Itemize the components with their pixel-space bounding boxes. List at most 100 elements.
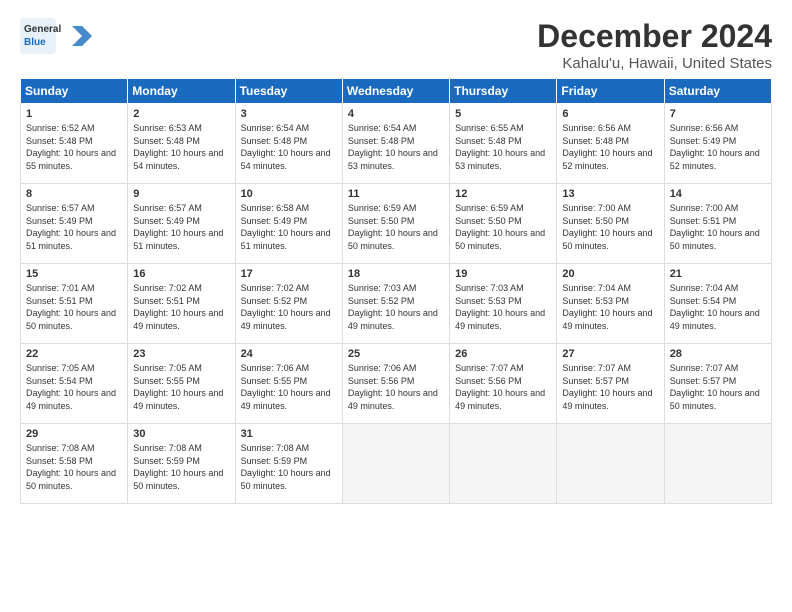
table-row: 30 Sunrise: 7:08 AMSunset: 5:59 PMDaylig… — [128, 424, 235, 504]
day-info: Sunrise: 6:52 AMSunset: 5:48 PMDaylight:… — [26, 122, 122, 172]
day-number: 27 — [562, 348, 658, 360]
table-row: 5 Sunrise: 6:55 AMSunset: 5:48 PMDayligh… — [450, 104, 557, 184]
day-number: 22 — [26, 348, 122, 360]
header: General Blue December 2024 Kahalu'u, Haw… — [20, 18, 772, 72]
table-row: 18 Sunrise: 7:03 AMSunset: 5:52 PMDaylig… — [342, 264, 449, 344]
day-number: 23 — [133, 348, 229, 360]
day-number: 6 — [562, 108, 658, 120]
table-row: 27 Sunrise: 7:07 AMSunset: 5:57 PMDaylig… — [557, 344, 664, 424]
svg-text:General: General — [24, 24, 61, 35]
day-info: Sunrise: 6:58 AMSunset: 5:49 PMDaylight:… — [241, 202, 337, 252]
day-number: 20 — [562, 268, 658, 280]
day-number: 14 — [670, 188, 766, 200]
location-title: Kahalu'u, Hawaii, United States — [537, 55, 772, 72]
day-info: Sunrise: 6:57 AMSunset: 5:49 PMDaylight:… — [26, 202, 122, 252]
table-row: 28 Sunrise: 7:07 AMSunset: 5:57 PMDaylig… — [664, 344, 771, 424]
table-row — [664, 424, 771, 504]
table-row: 4 Sunrise: 6:54 AMSunset: 5:48 PMDayligh… — [342, 104, 449, 184]
day-number: 31 — [241, 428, 337, 440]
logo-svg: General Blue — [20, 18, 100, 54]
day-number: 3 — [241, 108, 337, 120]
calendar: Sunday Monday Tuesday Wednesday Thursday… — [20, 78, 772, 504]
calendar-week-row: 8 Sunrise: 6:57 AMSunset: 5:49 PMDayligh… — [21, 184, 772, 264]
table-row: 11 Sunrise: 6:59 AMSunset: 5:50 PMDaylig… — [342, 184, 449, 264]
day-number: 18 — [348, 268, 444, 280]
page: General Blue December 2024 Kahalu'u, Haw… — [0, 0, 792, 612]
day-info: Sunrise: 7:03 AMSunset: 5:53 PMDaylight:… — [455, 282, 551, 332]
table-row: 14 Sunrise: 7:00 AMSunset: 5:51 PMDaylig… — [664, 184, 771, 264]
table-row: 3 Sunrise: 6:54 AMSunset: 5:48 PMDayligh… — [235, 104, 342, 184]
day-info: Sunrise: 7:08 AMSunset: 5:59 PMDaylight:… — [241, 442, 337, 492]
day-info: Sunrise: 6:53 AMSunset: 5:48 PMDaylight:… — [133, 122, 229, 172]
day-info: Sunrise: 7:02 AMSunset: 5:51 PMDaylight:… — [133, 282, 229, 332]
day-info: Sunrise: 6:57 AMSunset: 5:49 PMDaylight:… — [133, 202, 229, 252]
day-info: Sunrise: 7:03 AMSunset: 5:52 PMDaylight:… — [348, 282, 444, 332]
day-number: 9 — [133, 188, 229, 200]
day-info: Sunrise: 7:07 AMSunset: 5:56 PMDaylight:… — [455, 362, 551, 412]
day-info: Sunrise: 6:56 AMSunset: 5:48 PMDaylight:… — [562, 122, 658, 172]
day-info: Sunrise: 6:59 AMSunset: 5:50 PMDaylight:… — [455, 202, 551, 252]
day-info: Sunrise: 6:55 AMSunset: 5:48 PMDaylight:… — [455, 122, 551, 172]
day-info: Sunrise: 7:05 AMSunset: 5:55 PMDaylight:… — [133, 362, 229, 412]
day-number: 25 — [348, 348, 444, 360]
day-info: Sunrise: 7:04 AMSunset: 5:53 PMDaylight:… — [562, 282, 658, 332]
day-number: 12 — [455, 188, 551, 200]
calendar-week-row: 22 Sunrise: 7:05 AMSunset: 5:54 PMDaylig… — [21, 344, 772, 424]
day-info: Sunrise: 7:06 AMSunset: 5:56 PMDaylight:… — [348, 362, 444, 412]
day-number: 29 — [26, 428, 122, 440]
table-row: 26 Sunrise: 7:07 AMSunset: 5:56 PMDaylig… — [450, 344, 557, 424]
table-row: 8 Sunrise: 6:57 AMSunset: 5:49 PMDayligh… — [21, 184, 128, 264]
table-row: 17 Sunrise: 7:02 AMSunset: 5:52 PMDaylig… — [235, 264, 342, 344]
table-row: 15 Sunrise: 7:01 AMSunset: 5:51 PMDaylig… — [21, 264, 128, 344]
table-row: 12 Sunrise: 6:59 AMSunset: 5:50 PMDaylig… — [450, 184, 557, 264]
day-info: Sunrise: 7:04 AMSunset: 5:54 PMDaylight:… — [670, 282, 766, 332]
day-number: 10 — [241, 188, 337, 200]
calendar-week-row: 15 Sunrise: 7:01 AMSunset: 5:51 PMDaylig… — [21, 264, 772, 344]
logo: General Blue — [20, 18, 100, 54]
day-number: 21 — [670, 268, 766, 280]
table-row: 10 Sunrise: 6:58 AMSunset: 5:49 PMDaylig… — [235, 184, 342, 264]
day-info: Sunrise: 7:07 AMSunset: 5:57 PMDaylight:… — [670, 362, 766, 412]
day-number: 16 — [133, 268, 229, 280]
day-info: Sunrise: 6:54 AMSunset: 5:48 PMDaylight:… — [348, 122, 444, 172]
table-row: 16 Sunrise: 7:02 AMSunset: 5:51 PMDaylig… — [128, 264, 235, 344]
header-tuesday: Tuesday — [235, 79, 342, 104]
day-number: 11 — [348, 188, 444, 200]
day-number: 13 — [562, 188, 658, 200]
day-number: 7 — [670, 108, 766, 120]
table-row: 1 Sunrise: 6:52 AMSunset: 5:48 PMDayligh… — [21, 104, 128, 184]
table-row: 22 Sunrise: 7:05 AMSunset: 5:54 PMDaylig… — [21, 344, 128, 424]
title-block: December 2024 Kahalu'u, Hawaii, United S… — [537, 18, 772, 72]
table-row — [557, 424, 664, 504]
day-info: Sunrise: 7:06 AMSunset: 5:55 PMDaylight:… — [241, 362, 337, 412]
table-row: 25 Sunrise: 7:06 AMSunset: 5:56 PMDaylig… — [342, 344, 449, 424]
day-number: 15 — [26, 268, 122, 280]
table-row: 2 Sunrise: 6:53 AMSunset: 5:48 PMDayligh… — [128, 104, 235, 184]
day-number: 17 — [241, 268, 337, 280]
day-number: 30 — [133, 428, 229, 440]
table-row — [450, 424, 557, 504]
day-info: Sunrise: 7:00 AMSunset: 5:50 PMDaylight:… — [562, 202, 658, 252]
day-number: 4 — [348, 108, 444, 120]
day-info: Sunrise: 7:08 AMSunset: 5:58 PMDaylight:… — [26, 442, 122, 492]
day-info: Sunrise: 7:00 AMSunset: 5:51 PMDaylight:… — [670, 202, 766, 252]
table-row: 24 Sunrise: 7:06 AMSunset: 5:55 PMDaylig… — [235, 344, 342, 424]
header-sunday: Sunday — [21, 79, 128, 104]
table-row: 23 Sunrise: 7:05 AMSunset: 5:55 PMDaylig… — [128, 344, 235, 424]
header-thursday: Thursday — [450, 79, 557, 104]
table-row: 6 Sunrise: 6:56 AMSunset: 5:48 PMDayligh… — [557, 104, 664, 184]
day-number: 1 — [26, 108, 122, 120]
day-info: Sunrise: 7:01 AMSunset: 5:51 PMDaylight:… — [26, 282, 122, 332]
calendar-week-row: 1 Sunrise: 6:52 AMSunset: 5:48 PMDayligh… — [21, 104, 772, 184]
day-number: 26 — [455, 348, 551, 360]
day-number: 28 — [670, 348, 766, 360]
day-number: 24 — [241, 348, 337, 360]
table-row: 19 Sunrise: 7:03 AMSunset: 5:53 PMDaylig… — [450, 264, 557, 344]
weekday-header-row: Sunday Monday Tuesday Wednesday Thursday… — [21, 79, 772, 104]
day-info: Sunrise: 6:59 AMSunset: 5:50 PMDaylight:… — [348, 202, 444, 252]
header-wednesday: Wednesday — [342, 79, 449, 104]
day-info: Sunrise: 6:56 AMSunset: 5:49 PMDaylight:… — [670, 122, 766, 172]
table-row: 20 Sunrise: 7:04 AMSunset: 5:53 PMDaylig… — [557, 264, 664, 344]
table-row: 7 Sunrise: 6:56 AMSunset: 5:49 PMDayligh… — [664, 104, 771, 184]
month-title: December 2024 — [537, 18, 772, 55]
